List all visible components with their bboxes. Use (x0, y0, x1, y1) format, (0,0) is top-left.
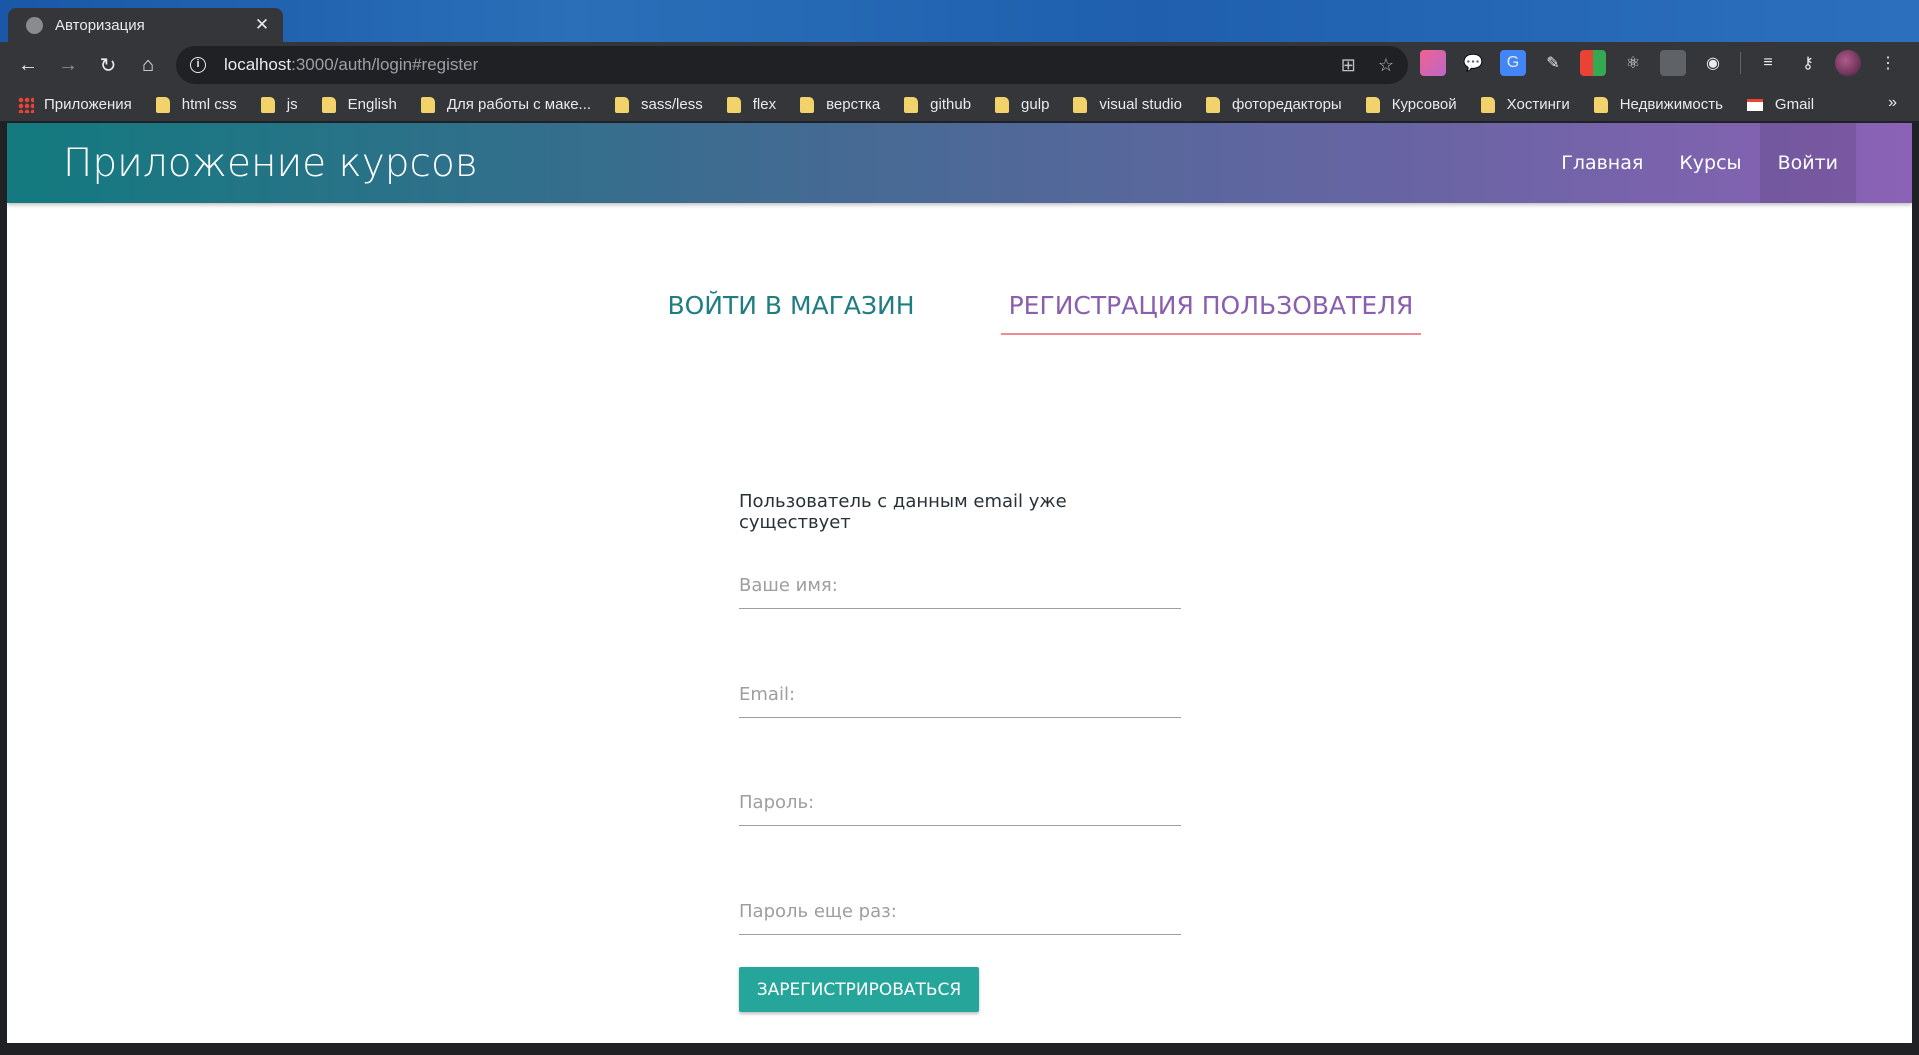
app-navbar: Приложение курсов Главная Курсы Войти (7, 123, 1912, 203)
extension-translate-icon[interactable]: G (1500, 50, 1526, 76)
extension-circle-icon[interactable]: ◉ (1700, 50, 1726, 76)
tab-login[interactable]: ВОЙТИ В МАГАЗИН (581, 279, 1001, 335)
name-field[interactable] (739, 563, 1181, 609)
bookmark-item[interactable]: github (904, 96, 971, 113)
reload-button[interactable]: ↻ (88, 45, 128, 85)
bookmark-label: верстка (826, 96, 881, 113)
bookmark-item[interactable]: фоторедакторы (1205, 96, 1342, 113)
register-form: Пользователь с данным email уже существу… (739, 491, 1181, 1012)
info-icon[interactable]: i (190, 57, 206, 73)
bookmark-label: gulp (1021, 96, 1050, 113)
extension-box-icon[interactable] (1660, 50, 1686, 76)
folder-icon (1480, 96, 1495, 113)
email-field-wrapper (739, 671, 1181, 781)
bookmark-label: Для работы с маке... (446, 96, 592, 113)
bookmarks-bar: Приложения html css js English Для работы с … (0, 88, 1919, 122)
error-message: Пользователь с данным email уже существу… (739, 491, 1067, 533)
bookmark-item[interactable]: html css (155, 96, 237, 113)
bookmark-label: Недвижимость (1619, 96, 1723, 113)
folder-icon (904, 96, 919, 113)
extension-picker-icon[interactable]: ✎ (1540, 50, 1566, 76)
folder-icon (726, 96, 741, 113)
kebab-menu-icon[interactable]: ⋮ (1875, 50, 1901, 76)
nav-link[interactable]: Главная (1543, 123, 1661, 203)
address-bar[interactable]: i localhost:3000/auth/login#register ⊞ ☆ (176, 46, 1408, 84)
translate-icon[interactable]: ⊞ (1341, 55, 1356, 76)
bookmark-label: sass/less (641, 96, 703, 113)
browser-titlebar: Авторизация ✕ (0, 0, 1919, 42)
folder-icon (155, 96, 170, 113)
folder-icon (800, 96, 815, 113)
extension-color-icon[interactable] (1420, 50, 1446, 76)
bookmark-label: visual studio (1099, 96, 1182, 113)
apps-grid-icon (18, 96, 34, 113)
gmail-icon (1746, 98, 1763, 111)
email-field[interactable] (739, 671, 1181, 718)
bookmark-label: Приложения (44, 96, 132, 113)
bookmark-item[interactable]: gulp (995, 96, 1049, 113)
nav-link[interactable]: Курсы (1661, 123, 1759, 203)
url-host: localhost (224, 55, 292, 74)
bookmark-item[interactable]: Для работы с маке... (420, 96, 592, 113)
bookmark-label: github (930, 96, 972, 113)
browser-tab[interactable]: Авторизация ✕ (8, 8, 283, 42)
password-field-wrapper (739, 780, 1181, 889)
bookmarks-overflow-button[interactable]: » (1888, 94, 1897, 112)
bookmark-item[interactable]: English (321, 96, 397, 113)
back-button[interactable]: ← (8, 45, 48, 85)
bookmark-item[interactable]: Приложения (18, 96, 132, 113)
bookmark-label: Gmail (1774, 96, 1815, 113)
nav-link[interactable]: Войти (1759, 123, 1856, 203)
bookmark-label: Хостинги (1506, 96, 1570, 113)
react-icon[interactable]: ⚛ (1620, 50, 1646, 76)
star-icon[interactable]: ☆ (1378, 55, 1394, 76)
avatar[interactable] (1835, 50, 1861, 76)
bookmark-item[interactable]: js (260, 96, 298, 113)
bookmark-label: js (286, 96, 298, 113)
page-viewport: Приложение курсов Главная Курсы Войти ВОЙТ… (7, 123, 1912, 1043)
bookmark-item[interactable]: Gmail (1746, 96, 1815, 113)
folder-icon (260, 96, 275, 113)
tab-title: Авторизация (55, 16, 145, 34)
bookmark-label: html css (181, 96, 237, 113)
bookmark-label: flex (752, 96, 777, 113)
folder-icon (1073, 96, 1088, 113)
register-button[interactable]: ЗАРЕГИСТРИРОВАТЬСЯ (739, 967, 979, 1012)
playlist-icon[interactable]: ≡ (1755, 50, 1781, 76)
toolbar-separator (1740, 52, 1741, 74)
brand-logo[interactable]: Приложение курсов (63, 141, 478, 186)
close-icon[interactable]: ✕ (253, 15, 271, 35)
nav-menu: Главная Курсы Войти (1543, 123, 1912, 203)
bookmark-item[interactable]: верстка (800, 96, 880, 113)
bookmark-label: English (347, 96, 397, 113)
bookmark-item[interactable]: Хостинги (1480, 96, 1570, 113)
folder-icon (615, 96, 630, 113)
url-path: :3000/auth/login#register (291, 55, 479, 74)
bookmark-label: фоторедакторы (1231, 96, 1342, 113)
bookmark-label: Курсовой (1391, 96, 1457, 113)
folder-icon (321, 96, 336, 113)
name-field-wrapper (739, 563, 1181, 672)
password-field[interactable] (739, 780, 1181, 826)
folder-icon (420, 96, 435, 113)
extension-chat-icon[interactable]: 💬 (1460, 50, 1486, 76)
home-button[interactable]: ⌂ (128, 45, 168, 85)
browser-toolbar: ← → ↻ ⌂ i localhost:3000/auth/login#regi… (0, 42, 1919, 88)
bookmark-item[interactable]: flex (726, 96, 777, 113)
folder-icon (1365, 96, 1380, 113)
key-icon[interactable]: ⚷ (1795, 50, 1821, 76)
folder-icon (1205, 96, 1220, 113)
bookmark-item[interactable]: Недвижимость (1593, 96, 1723, 113)
extension-grid-icon[interactable] (1580, 50, 1606, 76)
bookmark-item[interactable]: Курсовой (1365, 96, 1457, 113)
tab-register[interactable]: РЕГИСТРАЦИЯ ПОЛЬЗОВАТЕЛЯ (1001, 279, 1421, 335)
bookmark-item[interactable]: sass/less (615, 96, 703, 113)
password-confirm-field[interactable] (739, 888, 1181, 935)
folder-icon (995, 96, 1010, 113)
auth-tabs: ВОЙТИ В МАГАЗИН РЕГИСТРАЦИЯ ПОЛЬЗОВАТЕЛЯ (581, 279, 1421, 335)
folder-icon (1593, 96, 1608, 113)
forward-button[interactable]: → (48, 45, 88, 85)
bookmark-item[interactable]: visual studio (1073, 96, 1182, 113)
globe-icon (26, 16, 43, 34)
